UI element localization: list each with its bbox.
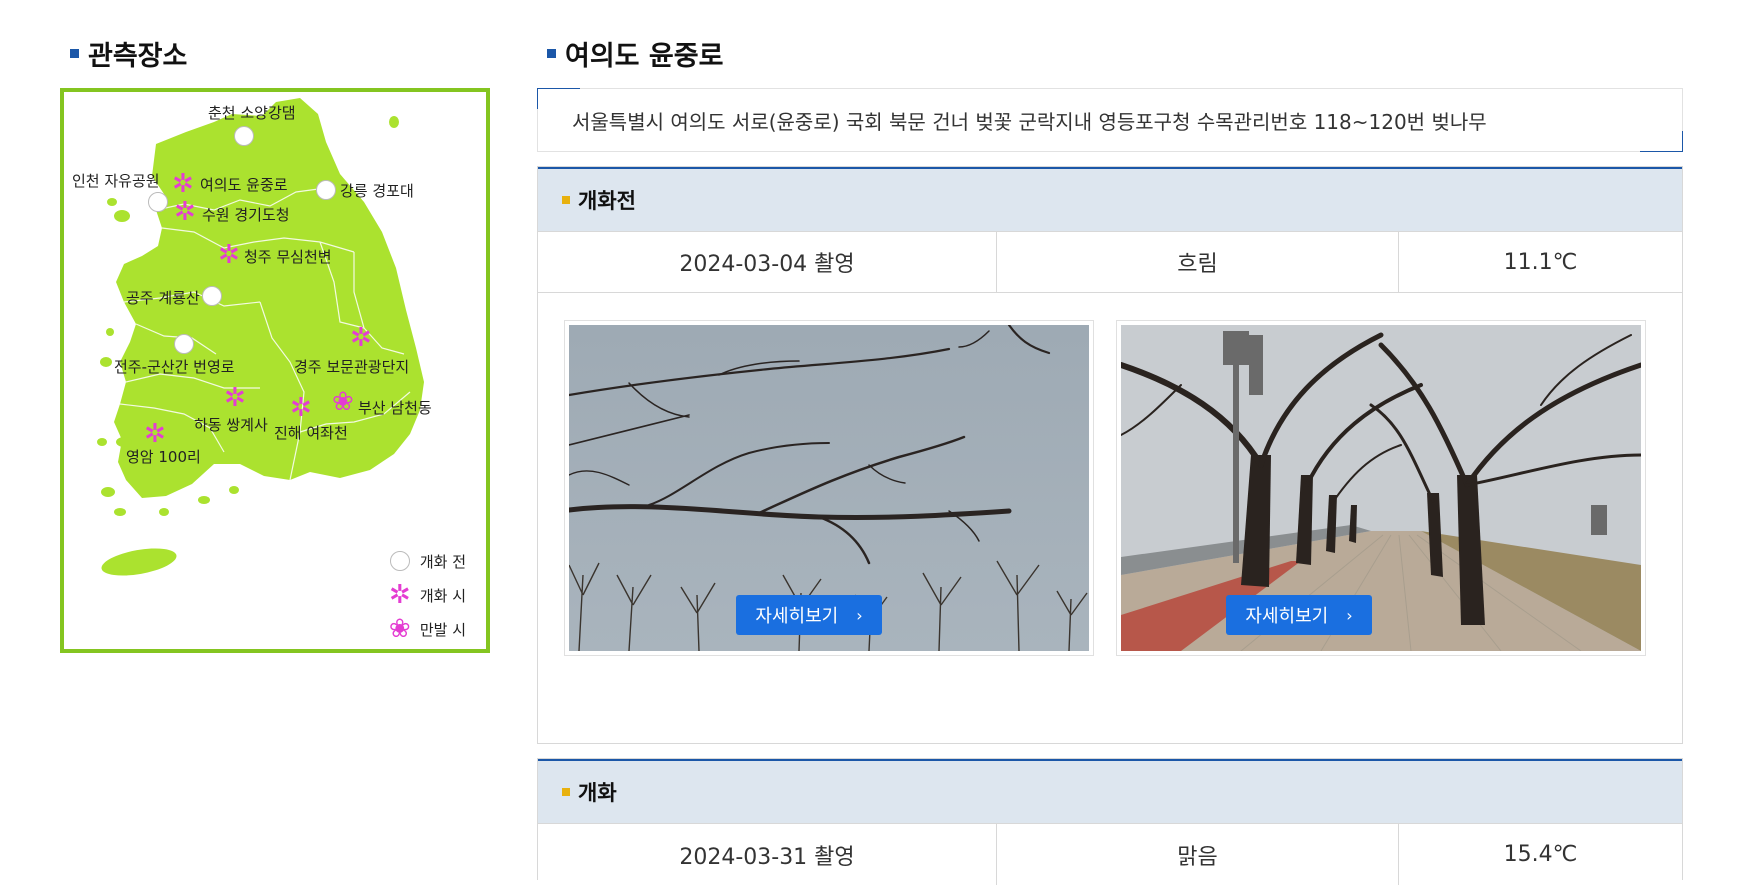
site-title: 여의도 윤중로 xyxy=(565,41,724,72)
marker-before-gongju[interactable] xyxy=(202,286,222,306)
site-label-incheon[interactable]: 인천 자유공원 xyxy=(72,170,160,191)
weather: 맑음 xyxy=(997,824,1399,885)
view-details-label: 자세히보기 xyxy=(1245,606,1329,627)
heading-bullet-icon xyxy=(562,196,570,204)
panel-heading-label: 개화 xyxy=(578,781,617,805)
chevron-right-icon: › xyxy=(856,605,863,625)
marker-before-chuncheon[interactable] xyxy=(234,126,254,146)
temperature: 15.4℃ xyxy=(1503,842,1578,867)
marker-blooming-hadong[interactable]: ✲ xyxy=(224,385,246,411)
site-label-gyeongju[interactable]: 경주 보문관광단지 xyxy=(294,356,409,377)
marker-blooming-jinhae[interactable]: ✲ xyxy=(290,395,312,421)
heading-bullet-icon xyxy=(562,788,570,796)
corner-decoration xyxy=(1640,131,1683,152)
site-label-cheongju[interactable]: 청주 무심천변 xyxy=(244,246,332,267)
legend-before-label: 개화 전 xyxy=(419,552,466,571)
site-label-busan[interactable]: 부산 남천동 xyxy=(358,397,432,418)
temperature: 11.1℃ xyxy=(1503,249,1578,275)
site-label-suwon[interactable]: 수원 경기도청 xyxy=(202,204,290,225)
title-bullet-icon xyxy=(547,49,556,58)
photo-walkway[interactable] xyxy=(1116,320,1646,656)
site-label-hadong[interactable]: 하동 쌍계사 xyxy=(194,414,268,435)
legend-blooming-label: 개화 시 xyxy=(419,586,466,605)
panel-bloom: 개화 2024-03-31 촬영 맑음 15.4℃ xyxy=(537,758,1683,885)
site-label-jeonju[interactable]: 전주-군산간 번영로 xyxy=(114,356,235,377)
site-label-gangneung[interactable]: 강릉 경포대 xyxy=(340,180,414,201)
korea-map: 춘천 소양강댐 인천 자유공원 ✲ 여의도 윤중로 강릉 경포대 ✲ 수원 경기… xyxy=(60,88,490,653)
section-title-site: 여의도 윤중로 xyxy=(547,34,723,73)
title-bullet-icon xyxy=(70,49,79,58)
legend-full-label: 만발 시 xyxy=(419,620,466,639)
view-details-button[interactable]: 자세히보기 › xyxy=(1226,595,1372,635)
marker-before-gangneung[interactable] xyxy=(316,180,336,200)
circle-icon xyxy=(389,551,410,571)
site-address: 서울특별시 여의도 서로(윤중로) 국회 북문 건너 벚꽃 군락지내 영등포구청… xyxy=(572,109,1487,134)
marker-before-jeonju[interactable] xyxy=(174,334,194,354)
corner-decoration xyxy=(537,88,580,109)
site-label-gongju[interactable]: 공주 계룡산 xyxy=(126,287,200,308)
marker-blooming-yeouido[interactable]: ✲ xyxy=(172,171,194,197)
panel-heading-label: 개화전 xyxy=(578,189,636,213)
site-address-box: 서울특별시 여의도 서로(윤중로) 국회 북문 건너 벚꽃 군락지내 영등포구청… xyxy=(537,88,1683,152)
photo-date: 2024-03-04 촬영 xyxy=(538,232,997,292)
observation-info-row: 2024-03-31 촬영 맑음 15.4℃ xyxy=(538,823,1682,885)
map-legend: 개화 전 ✲ 개화 시 ❀ 만발 시 xyxy=(386,544,466,646)
blossom-icon: ❀ xyxy=(388,614,411,644)
marker-before-incheon[interactable] xyxy=(148,192,168,212)
site-label-yeouido[interactable]: 여의도 윤중로 xyxy=(200,174,288,195)
marker-full-bloom-busan[interactable]: ❀ xyxy=(332,389,354,415)
locations-title: 관측장소 xyxy=(88,41,188,72)
photo-date: 2024-03-31 촬영 xyxy=(538,824,997,885)
site-label-jinhae[interactable]: 진해 여좌천 xyxy=(274,422,348,443)
panel-heading: 개화 xyxy=(538,759,1682,823)
observation-info-row: 2024-03-04 촬영 흐림 11.1℃ xyxy=(538,231,1682,293)
marker-blooming-gyeongju[interactable]: ✲ xyxy=(350,325,372,351)
asterisk-flower-icon: ✲ xyxy=(388,580,411,610)
site-label-yeongam[interactable]: 영암 100리 xyxy=(126,446,201,467)
section-title-locations: 관측장소 xyxy=(70,34,187,73)
marker-blooming-yeongam[interactable]: ✲ xyxy=(144,421,166,447)
legend-before: 개화 전 xyxy=(386,544,466,578)
legend-blooming: ✲ 개화 시 xyxy=(386,578,466,612)
weather: 흐림 xyxy=(997,232,1399,292)
view-details-button[interactable]: 자세히보기 › xyxy=(736,595,882,635)
site-label-chuncheon[interactable]: 춘천 소양강댐 xyxy=(208,102,296,123)
panel-heading: 개화전 xyxy=(538,167,1682,231)
chevron-right-icon: › xyxy=(1346,605,1353,625)
panel-before-bloom: 개화전 2024-03-04 촬영 흐림 11.1℃ 자세히보기 › 자세히보기… xyxy=(537,166,1683,744)
view-details-label: 자세히보기 xyxy=(755,606,839,627)
marker-blooming-suwon[interactable]: ✲ xyxy=(174,199,196,225)
legend-full: ❀ 만발 시 xyxy=(386,612,466,646)
marker-blooming-cheongju[interactable]: ✲ xyxy=(218,242,240,268)
